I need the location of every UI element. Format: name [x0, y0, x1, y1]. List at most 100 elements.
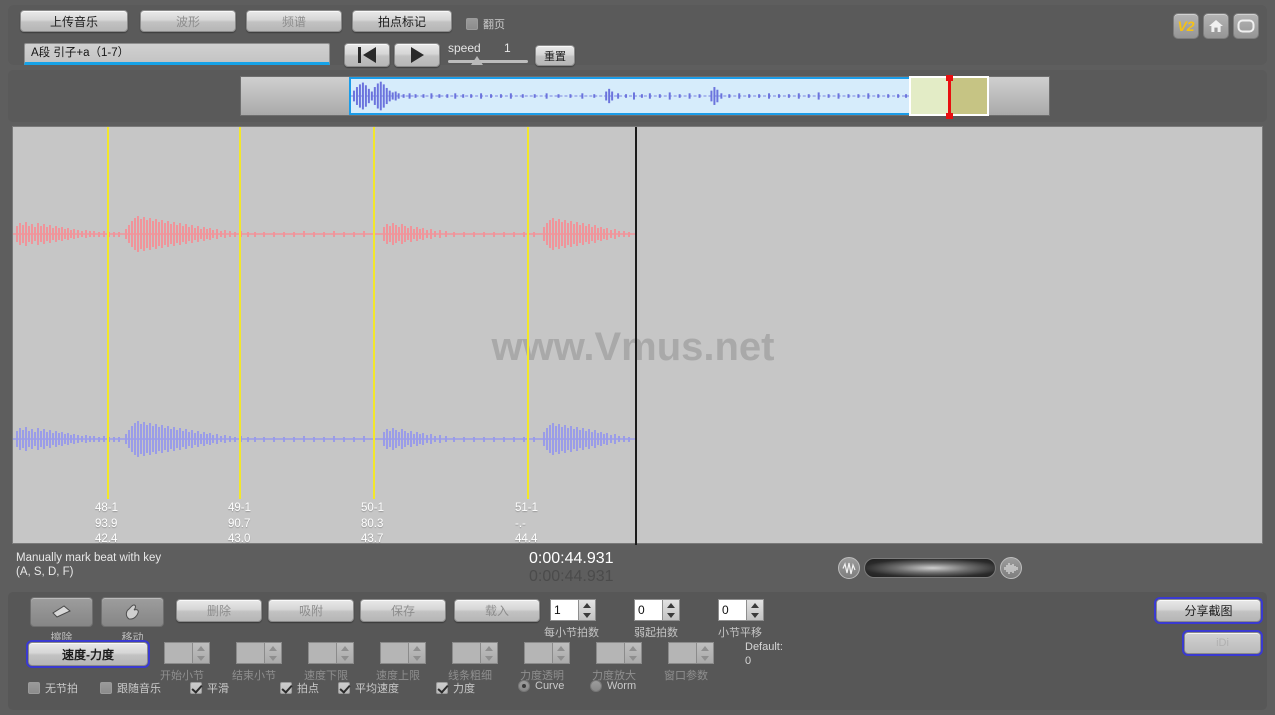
stepper-down-icon[interactable]	[341, 655, 349, 661]
tempo-min-spinner[interactable]	[308, 642, 354, 664]
overview-selection-region[interactable]	[349, 77, 914, 115]
speed-slider-thumb[interactable]	[471, 56, 483, 65]
start-measure-stepper[interactable]	[192, 642, 210, 664]
tempo-min-stepper[interactable]	[336, 642, 354, 664]
beat-mark-button[interactable]: 拍点标记	[352, 10, 452, 32]
beat-marker-line[interactable]	[527, 127, 529, 499]
checkbox-smooth[interactable]: 平滑	[190, 680, 229, 696]
stepper-down-icon[interactable]	[557, 655, 565, 661]
stepper-down-icon[interactable]	[701, 655, 709, 661]
move-tool-button[interactable]	[101, 597, 164, 627]
pickup-beats-input[interactable]: 0	[634, 599, 662, 621]
start-measure-spinner[interactable]	[164, 642, 210, 664]
radio-curve[interactable]: Curve	[518, 680, 564, 692]
stepper-up-icon[interactable]	[413, 645, 421, 651]
checkbox-follow-music[interactable]: 跟随音乐	[100, 680, 161, 696]
stepper-up-icon[interactable]	[629, 645, 637, 651]
stepper-up-icon[interactable]	[667, 602, 675, 608]
waveform-dense-icon[interactable]	[1000, 557, 1022, 579]
end-measure-spinner[interactable]	[236, 642, 282, 664]
measure-shift-spinner[interactable]: 0	[718, 599, 764, 621]
end-measure-input[interactable]	[236, 642, 264, 664]
page-turn-checkbox[interactable]: 翻页	[466, 16, 505, 32]
snap-button[interactable]: 吸附	[268, 599, 354, 622]
checkbox-no-beat[interactable]: 无节拍	[28, 680, 78, 696]
tempo-max-stepper[interactable]	[408, 642, 426, 664]
play-button[interactable]	[394, 43, 440, 67]
beat-marker-line[interactable]	[239, 127, 241, 499]
checkbox-beat[interactable]: 拍点	[280, 680, 319, 696]
window-param-input[interactable]	[668, 642, 696, 664]
delete-button[interactable]: 删除	[176, 599, 262, 622]
stepper-up-icon[interactable]	[701, 645, 709, 651]
stepper-down-icon[interactable]	[413, 655, 421, 661]
radio-worm[interactable]: Worm	[590, 680, 636, 692]
speed-slider-track[interactable]	[448, 60, 528, 63]
dynamics-opacity-spinner[interactable]	[524, 642, 570, 664]
segment-name-input[interactable]: A段 引子+a（1-7）	[24, 43, 330, 65]
beat-label: 49-1 90.7 43.0	[228, 502, 252, 545]
stepper-up-icon[interactable]	[557, 645, 565, 651]
overview-playhead[interactable]	[946, 75, 953, 119]
stepper-up-icon[interactable]	[751, 602, 759, 608]
dynamics-scale-input[interactable]	[596, 642, 624, 664]
overview-track[interactable]	[240, 75, 1050, 119]
beat-marker-line[interactable]	[373, 127, 375, 499]
beats-per-measure-stepper[interactable]	[578, 599, 596, 621]
stepper-down-icon[interactable]	[751, 612, 759, 618]
waveform-display[interactable]: www.Vmus.net 48-1 93.9 42.4 49-1 90.7 43…	[12, 126, 1263, 545]
fullscreen-icon[interactable]	[1233, 13, 1259, 39]
dynamics-opacity-stepper[interactable]	[552, 642, 570, 664]
volume-slider[interactable]	[864, 558, 996, 578]
stepper-up-icon[interactable]	[485, 645, 493, 651]
measure-shift-stepper[interactable]	[746, 599, 764, 621]
tempo-dynamics-button[interactable]: 速度-力度	[26, 640, 150, 668]
stepper-down-icon[interactable]	[269, 655, 277, 661]
end-measure-stepper[interactable]	[264, 642, 282, 664]
share-screenshot-button[interactable]: 分享截图	[1154, 597, 1263, 624]
measure-shift-input[interactable]: 0	[718, 599, 746, 621]
reset-button[interactable]: 重置	[535, 45, 575, 66]
version-badge-icon[interactable]: V2	[1173, 13, 1199, 39]
stepper-down-icon[interactable]	[667, 612, 675, 618]
dynamics-opacity-input[interactable]	[524, 642, 552, 664]
dynamics-scale-spinner[interactable]	[596, 642, 642, 664]
stepper-down-icon[interactable]	[629, 655, 637, 661]
checkbox-average-tempo[interactable]: 平均速度	[338, 680, 399, 696]
line-thickness-stepper[interactable]	[480, 642, 498, 664]
line-thickness-spinner[interactable]	[452, 642, 498, 664]
dynamics-scale-stepper[interactable]	[624, 642, 642, 664]
checkbox-dynamics[interactable]: 力度	[436, 680, 475, 696]
beat-marker-line[interactable]	[107, 127, 109, 499]
waveform-small-icon[interactable]	[838, 557, 860, 579]
erase-tool-button[interactable]	[30, 597, 93, 627]
window-param-stepper[interactable]	[696, 642, 714, 664]
tempo-min-input[interactable]	[308, 642, 336, 664]
line-thickness-input[interactable]	[452, 642, 480, 664]
pickup-beats-stepper[interactable]	[662, 599, 680, 621]
spectrum-button[interactable]: 频谱	[246, 10, 342, 32]
tempo-max-spinner[interactable]	[380, 642, 426, 664]
overview-loop-box[interactable]	[909, 75, 989, 119]
stepper-up-icon[interactable]	[197, 645, 205, 651]
stepper-down-icon[interactable]	[197, 655, 205, 661]
pickup-beats-spinner[interactable]: 0	[634, 599, 680, 621]
start-measure-input[interactable]	[164, 642, 192, 664]
stepper-up-icon[interactable]	[269, 645, 277, 651]
tempo-max-input[interactable]	[380, 642, 408, 664]
stepper-up-icon[interactable]	[583, 602, 591, 608]
stepper-up-icon[interactable]	[341, 645, 349, 651]
rewind-button[interactable]	[344, 43, 390, 67]
home-icon[interactable]	[1203, 13, 1229, 39]
beats-per-measure-input[interactable]: 1	[550, 599, 578, 621]
beats-per-measure-spinner[interactable]: 1	[550, 599, 596, 621]
stepper-down-icon[interactable]	[583, 612, 591, 618]
load-button[interactable]: 载入	[454, 599, 540, 622]
stepper-down-icon[interactable]	[485, 655, 493, 661]
overview-region-olive	[949, 78, 987, 114]
idi-button[interactable]: iDi	[1182, 630, 1263, 656]
save-button[interactable]: 保存	[360, 599, 446, 622]
window-param-spinner[interactable]	[668, 642, 714, 664]
upload-music-button[interactable]: 上传音乐	[20, 10, 128, 32]
waveform-button[interactable]: 波形	[140, 10, 236, 32]
